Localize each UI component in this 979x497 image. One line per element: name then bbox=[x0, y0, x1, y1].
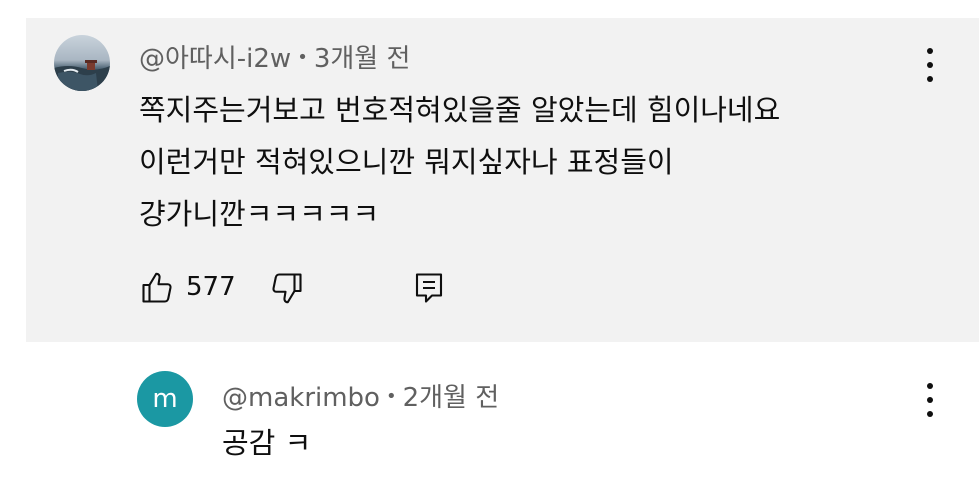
more-vert-icon[interactable] bbox=[923, 383, 937, 417]
more-vert-icon[interactable] bbox=[923, 48, 937, 82]
comment-header: @아따시-i2w • 3개월 전 bbox=[139, 38, 410, 75]
comment-author[interactable]: @아따시-i2w bbox=[139, 44, 291, 74]
meta-separator: • bbox=[385, 386, 397, 407]
highlighted-comment: @아따시-i2w • 3개월 전 쪽지주는거보고 번호적혀있을줄 알았는데 힘이나네… bbox=[26, 18, 979, 342]
reply-author[interactable]: @makrimbo bbox=[222, 383, 380, 413]
comment-body: 쪽지주는거보고 번호적혀있을줄 알았는데 힘이나네요 이런거만 적혀있으니깐 뭐… bbox=[139, 84, 939, 240]
avatar[interactable] bbox=[54, 35, 110, 91]
avatar-letter: m bbox=[152, 384, 178, 414]
reply-time: 2개월 전 bbox=[402, 383, 500, 413]
comment-line: 쪽지주는거보고 번호적혀있을줄 알았는데 힘이나네요 bbox=[139, 93, 781, 127]
comment-time: 3개월 전 bbox=[313, 44, 411, 74]
reply-body: 공감 ㅋ bbox=[222, 426, 312, 460]
thumbs-up-icon bbox=[142, 272, 172, 303]
reply-button[interactable] bbox=[411, 270, 447, 310]
dislike-button[interactable] bbox=[269, 270, 305, 310]
meta-separator: • bbox=[297, 47, 308, 68]
like-count: 577 bbox=[186, 272, 236, 302]
comment-line: 이런거만 적혀있으니깐 뭐지싶자나 표정들이 bbox=[139, 145, 674, 179]
like-button[interactable] bbox=[139, 270, 175, 310]
comment-line: 걍가니깐ㅋㅋㅋㅋㅋ bbox=[139, 197, 380, 231]
thumbs-down-icon bbox=[272, 273, 302, 304]
reply-header: @makrimbo • 2개월 전 bbox=[222, 377, 499, 414]
reply-icon bbox=[415, 273, 443, 303]
avatar[interactable]: m bbox=[137, 371, 193, 427]
